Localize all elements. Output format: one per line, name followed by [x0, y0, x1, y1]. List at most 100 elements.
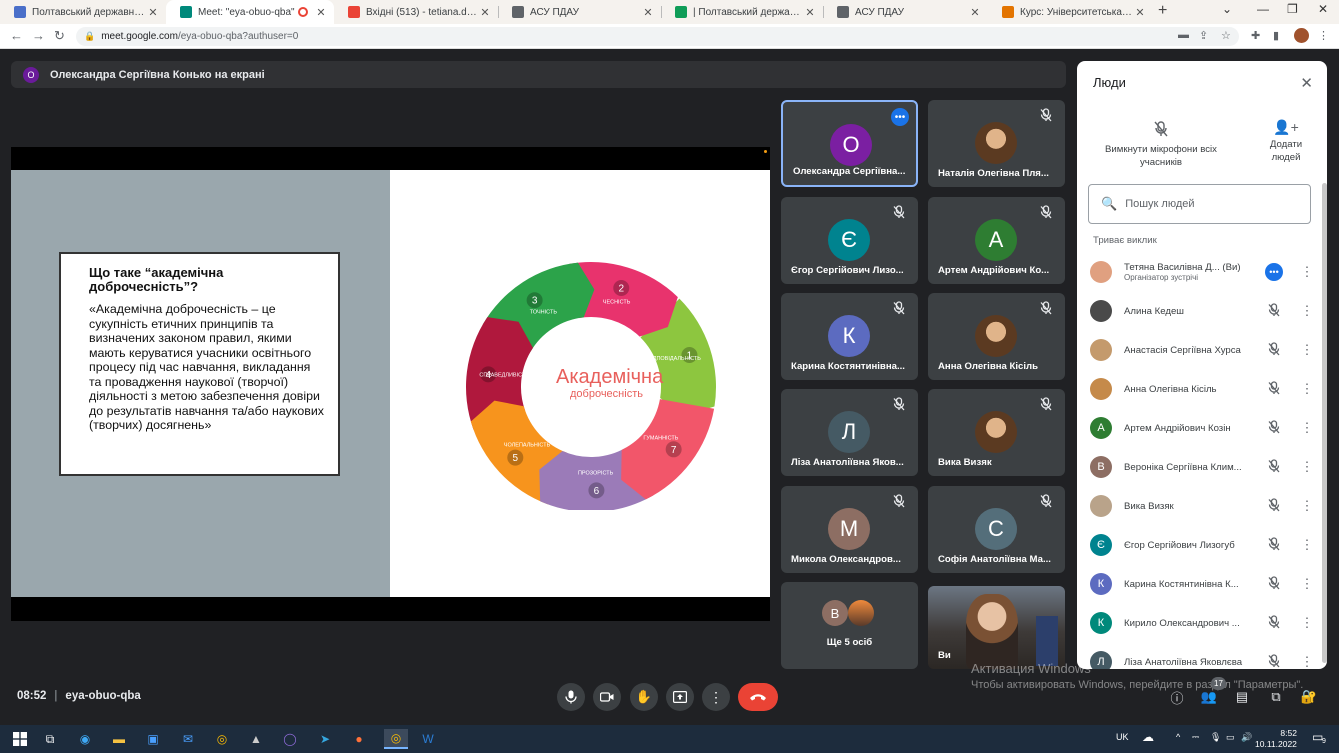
close-tab-icon[interactable]: ✕ — [803, 6, 817, 19]
onedrive-icon[interactable]: ☁ — [1142, 730, 1154, 744]
self-video-tile[interactable]: Ви — [928, 586, 1065, 669]
close-window-icon[interactable]: ✕ — [1318, 2, 1328, 16]
edge-icon[interactable]: ◉ — [75, 729, 95, 749]
mic-off-icon[interactable] — [1267, 420, 1283, 436]
mic-tray-icon[interactable]: 🎙 — [1210, 732, 1221, 743]
camera-button[interactable] — [593, 683, 621, 711]
participant-more-icon[interactable]: ⋮ — [1299, 265, 1315, 278]
participant-tile[interactable]: Вика Визяк — [928, 389, 1065, 476]
back-icon[interactable]: ← — [10, 28, 23, 43]
participant-more-icon[interactable]: ⋮ — [1299, 343, 1315, 356]
mic-off-icon[interactable] — [1267, 498, 1283, 514]
raise-hand-button[interactable]: ✋ — [630, 683, 658, 711]
participant-row[interactable]: Тетяна Василівна Д... (Ви) Організатор зу… — [1090, 257, 1315, 287]
participant-more-icon[interactable]: ⋮ — [1299, 577, 1315, 590]
participant-tile[interactable]: Є Єгор Сергійович Лизо... — [781, 197, 918, 284]
participant-row[interactable]: К Кирило Олександрович ... ⋮ — [1090, 608, 1315, 638]
chat-button[interactable]: ▤ — [1233, 688, 1251, 706]
battery-icon[interactable]: ▭ — [1226, 732, 1235, 743]
close-tab-icon[interactable]: ✕ — [478, 6, 492, 19]
present-button[interactable] — [666, 683, 694, 711]
more-options-button[interactable]: ⋮ — [702, 683, 730, 711]
participant-more-icon[interactable]: ⋮ — [1299, 616, 1315, 629]
share-icon[interactable]: ⇪ — [1199, 29, 1208, 42]
participant-tile[interactable]: О Олександра Сергіївна... ••• — [781, 100, 918, 187]
menu-icon[interactable]: ⋮ — [1318, 29, 1329, 42]
close-tab-icon[interactable]: ✕ — [146, 6, 160, 19]
panel-scrollbar[interactable] — [1322, 183, 1327, 663]
participant-more-icon[interactable]: ⋮ — [1299, 304, 1315, 317]
mic-off-icon[interactable] — [1267, 537, 1283, 553]
network-icon[interactable]: ⎓ — [1192, 732, 1199, 743]
close-tab-icon[interactable]: ✕ — [314, 6, 328, 19]
viber-icon[interactable]: ◯ — [280, 729, 300, 749]
add-people-button[interactable]: 👤+ Додати людей — [1261, 120, 1311, 164]
participant-more-icon[interactable]: ⋮ — [1299, 499, 1315, 512]
browser-tab[interactable]: Вхідні (513) - tetiana.diadyk@p✕ — [334, 0, 498, 24]
reload-icon[interactable]: ↻ — [54, 28, 65, 44]
chrome-active-icon[interactable]: ◎ — [384, 729, 408, 749]
close-tab-icon[interactable]: ✕ — [1133, 6, 1147, 19]
store-icon[interactable]: ▣ — [143, 729, 163, 749]
more-participants-tile[interactable]: В Ще 5 осіб — [781, 582, 918, 669]
windows-start-icon[interactable] — [10, 729, 30, 749]
mic-off-icon[interactable] — [1267, 342, 1283, 358]
participant-row[interactable]: В Вероніка Сергіївна Клим... ⋮ — [1090, 452, 1315, 482]
microphone-button[interactable] — [557, 683, 585, 711]
participant-more-icon[interactable]: ⋮ — [1299, 538, 1315, 551]
activities-button[interactable]: ⧉ — [1267, 688, 1285, 706]
firefox-icon[interactable]: ● — [349, 729, 369, 749]
browser-tab[interactable]: АСУ ПДАУ ✕ — [823, 0, 988, 24]
browser-tab[interactable]: Полтавський державний аграр✕ — [0, 0, 166, 24]
participant-tile[interactable]: Анна Олегівна Кісіль — [928, 293, 1065, 380]
participant-row[interactable]: К Карина Костянтинівна К... ⋮ — [1090, 569, 1315, 599]
new-tab-icon[interactable]: + — [1158, 2, 1167, 20]
system-clock[interactable]: 8:52 10.11.2022 — [1255, 728, 1297, 750]
browser-tab[interactable]: Курс: Університетська освіта_✕ — [988, 0, 1153, 24]
leave-call-button[interactable] — [738, 683, 778, 711]
mic-off-icon[interactable] — [1267, 615, 1283, 631]
participant-row[interactable]: Є Єгор Сергійович Лизогуб ⋮ — [1090, 530, 1315, 560]
participant-row[interactable]: А Артем Андрійович Козін ⋮ — [1090, 413, 1315, 443]
people-search-input[interactable]: 🔍 Пошук людей — [1088, 184, 1311, 224]
keyboard-language[interactable]: UK — [1116, 732, 1129, 742]
participant-tile[interactable]: Наталія Олегівна Пля... — [928, 100, 1065, 187]
file-explorer-icon[interactable]: ▬ — [109, 729, 129, 749]
participant-more-icon[interactable]: ⋮ — [1299, 382, 1315, 395]
star-icon[interactable]: ☆ — [1221, 29, 1231, 42]
browser-tab[interactable]: АСУ ПДАУ ✕ — [498, 0, 661, 24]
task-view-icon[interactable]: ⧉ — [40, 729, 60, 749]
chrome-icon[interactable]: ◎ — [212, 729, 232, 749]
mic-off-icon[interactable] — [1267, 459, 1283, 475]
participant-row[interactable]: Анастасія Сергіївна Хурса ⋮ — [1090, 335, 1315, 365]
browser-tab[interactable]: | Полтавський державний агр✕ — [661, 0, 823, 24]
browser-tab[interactable]: Meet: "eya-obuo-qba" ✕ — [166, 0, 334, 24]
mic-off-icon[interactable] — [1267, 303, 1283, 319]
host-controls-button[interactable]: 🔐 — [1300, 688, 1318, 706]
app-icon[interactable]: ▲ — [246, 729, 266, 749]
mail-icon[interactable]: ✉ — [178, 729, 198, 749]
close-tab-icon[interactable]: ✕ — [641, 6, 655, 19]
people-button[interactable]: 👥 — [1200, 688, 1218, 706]
profile-avatar[interactable] — [1294, 28, 1309, 43]
restore-icon[interactable]: ❐ — [1287, 2, 1298, 16]
word-icon[interactable]: W — [418, 729, 438, 749]
mic-off-icon[interactable] — [1267, 576, 1283, 592]
extensions-icon[interactable]: ✚ — [1251, 29, 1260, 42]
close-panel-icon[interactable]: ✕ — [1300, 74, 1313, 92]
tab-search-icon[interactable]: ⌄ — [1222, 2, 1232, 16]
sidepanel-icon[interactable]: ▮ — [1273, 29, 1279, 42]
participant-more-icon[interactable]: ⋮ — [1299, 460, 1315, 473]
mic-off-icon[interactable] — [1267, 381, 1283, 397]
participant-tile[interactable]: Л Ліза Анатоліївна Яков... — [781, 389, 918, 476]
participant-tile[interactable]: К Карина Костянтинівна... — [781, 293, 918, 380]
participant-tile[interactable]: С Софія Анатоліївна Ма... — [928, 486, 1065, 573]
volume-icon[interactable]: 🔊 — [1241, 732, 1252, 743]
participant-row[interactable]: Алина Кедеш ⋮ — [1090, 296, 1315, 326]
close-tab-icon[interactable]: ✕ — [968, 6, 982, 19]
tray-expand-icon[interactable]: ^ — [1176, 732, 1180, 742]
participant-more-icon[interactable]: ⋮ — [1299, 421, 1315, 434]
participant-tile[interactable]: М Микола Олександров... — [781, 486, 918, 573]
participant-row[interactable]: Вика Визяк ⋮ — [1090, 491, 1315, 521]
url-field[interactable]: 🔒 meet.google.com/eya-obuo-qba?authuser=… — [76, 27, 1239, 46]
